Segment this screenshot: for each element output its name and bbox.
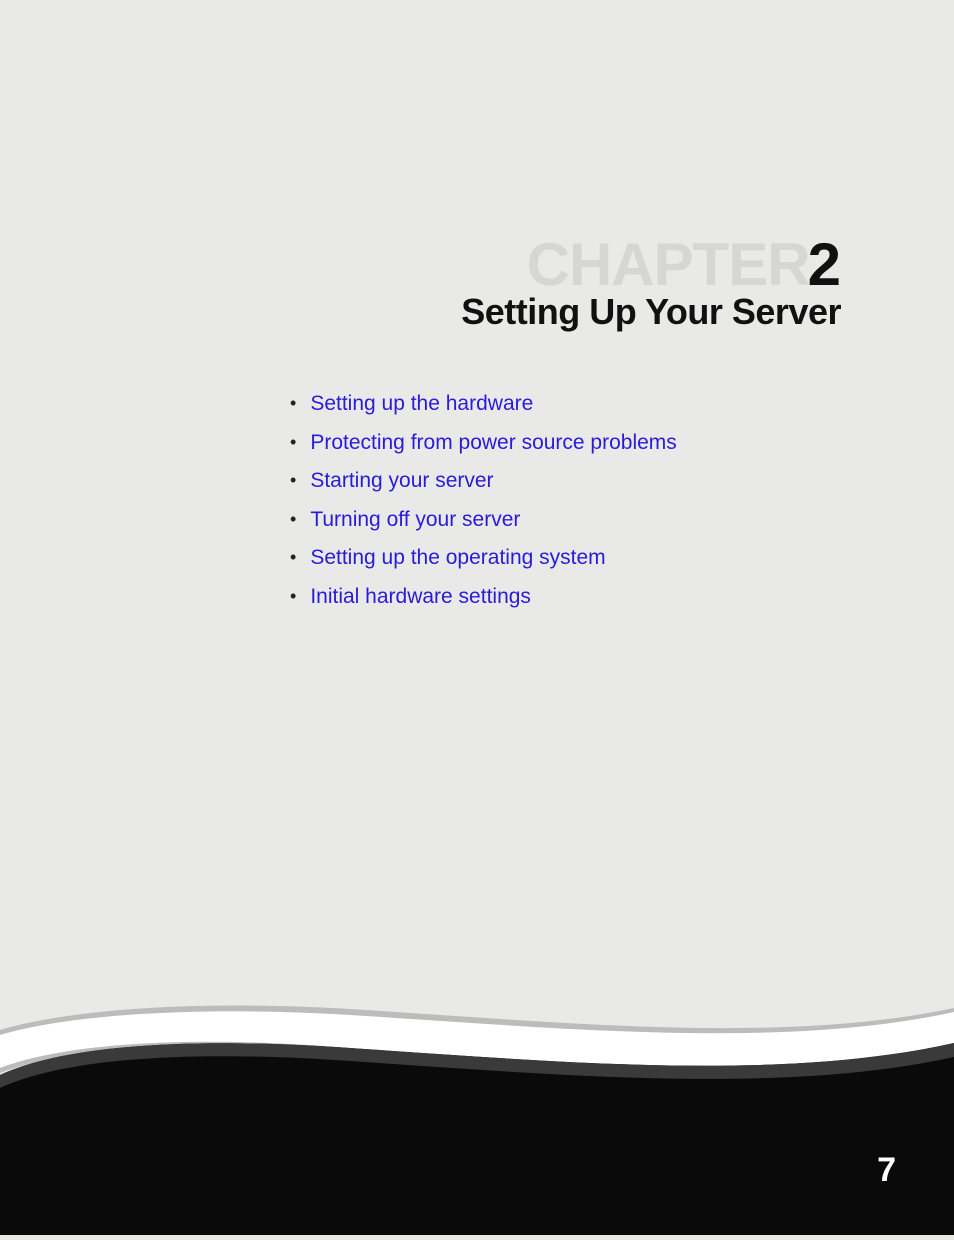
toc-link-turning-off[interactable]: Turning off your server [310,504,520,536]
toc-item: • Initial hardware settings [290,581,677,613]
toc-item: • Setting up the hardware [290,388,677,420]
toc-item: • Protecting from power source problems [290,427,677,459]
page-footer-wave [0,935,954,1235]
toc-link-os[interactable]: Setting up the operating system [310,542,605,574]
bullet-icon: • [290,583,296,610]
toc-item: • Turning off your server [290,504,677,536]
table-of-contents: • Setting up the hardware • Protecting f… [290,388,677,619]
page-number: 7 [877,1151,896,1190]
bullet-icon: • [290,544,296,571]
toc-link-hardware[interactable]: Setting up the hardware [310,388,533,420]
bullet-icon: • [290,429,296,456]
toc-link-initial[interactable]: Initial hardware settings [310,581,531,613]
toc-link-power[interactable]: Protecting from power source problems [310,427,677,459]
toc-item: • Setting up the operating system [290,542,677,574]
chapter-title: Setting Up Your Server [461,291,841,333]
bullet-icon: • [290,506,296,533]
bullet-icon: • [290,390,296,417]
toc-item: • Starting your server [290,465,677,497]
chapter-label: CHAPTER [527,231,810,298]
chapter-number: 2 [808,231,841,298]
toc-link-starting[interactable]: Starting your server [310,465,493,497]
bullet-icon: • [290,467,296,494]
chapter-heading: CHAPTER2 Setting Up Your Server [461,230,841,333]
